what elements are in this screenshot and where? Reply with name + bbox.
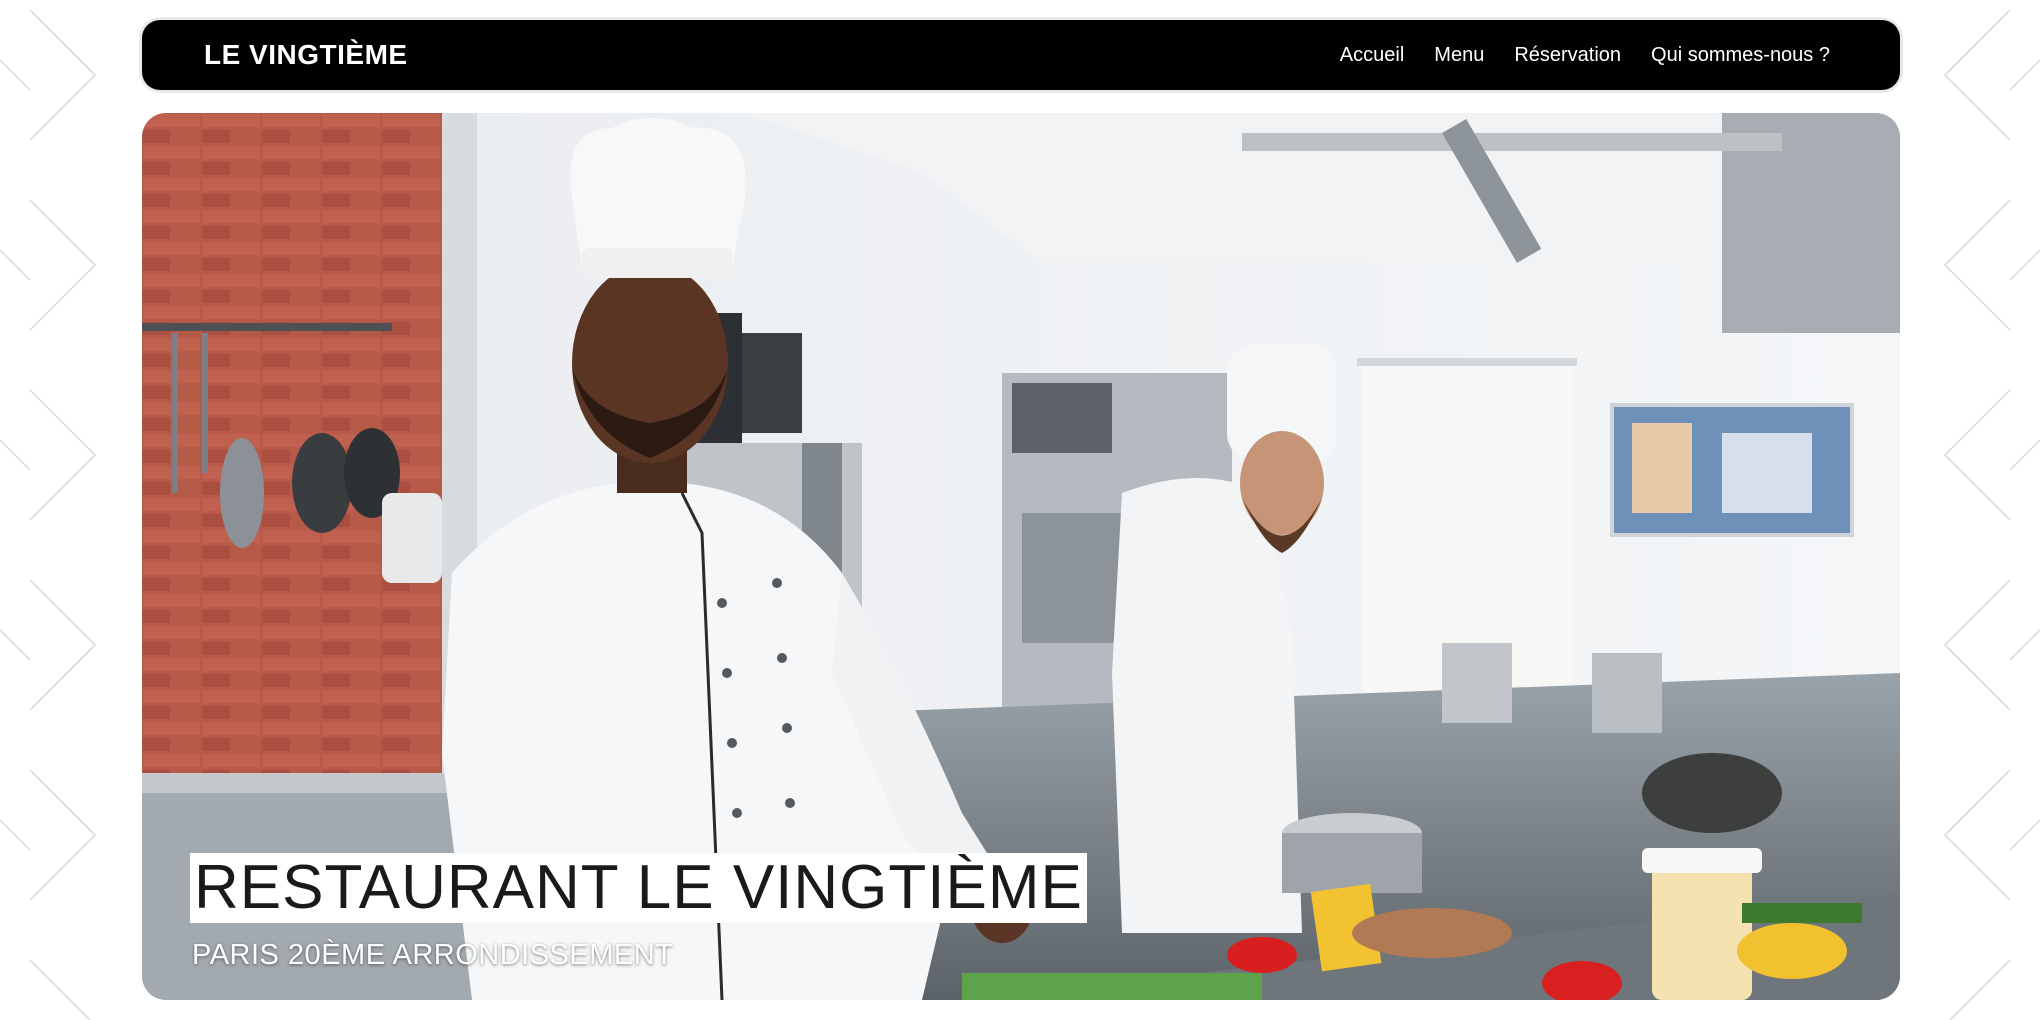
- main-nav: Accueil Menu Réservation Qui sommes-nous…: [1340, 44, 1830, 67]
- nav-link-reservation[interactable]: Réservation: [1514, 44, 1621, 67]
- brand-logo[interactable]: LE VINGTIÈME: [204, 39, 408, 71]
- hero-subtitle: PARIS 20ÈME ARRONDISSEMENT: [192, 939, 674, 971]
- nav-link-accueil[interactable]: Accueil: [1340, 44, 1404, 67]
- nav-link-qui-sommes-nous[interactable]: Qui sommes-nous ?: [1651, 44, 1830, 67]
- page: LE VINGTIÈME Accueil Menu Réservation Qu…: [0, 0, 2040, 1020]
- hero-title: RESTAURANT LE VINGTIÈME: [190, 853, 1087, 923]
- nav-link-menu[interactable]: Menu: [1434, 44, 1484, 67]
- hero-section: RESTAURANT LE VINGTIÈME PARIS 20ÈME ARRO…: [142, 113, 1900, 1000]
- navbar: LE VINGTIÈME Accueil Menu Réservation Qu…: [142, 20, 1900, 90]
